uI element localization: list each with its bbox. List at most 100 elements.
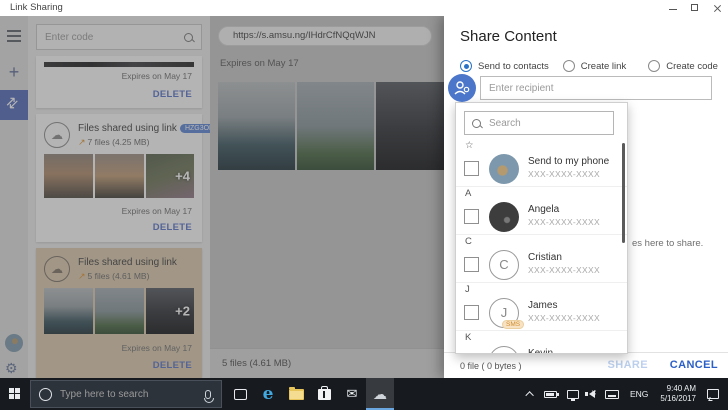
microphone-icon[interactable] — [204, 389, 214, 403]
expires-label: Expires on May 17 — [121, 206, 192, 216]
radio-send-to-contacts[interactable]: Send to contacts — [460, 60, 549, 72]
windows-logo-icon — [9, 388, 21, 400]
shared-link-card-selected[interactable]: ☁ Files shared using link ↗ 5 files (4.61… — [36, 248, 202, 378]
shared-links-panel: Expires on May 17 DELETE ☁ Files shared … — [28, 16, 210, 378]
section-header-a: A — [465, 188, 472, 199]
contact-row-kevin[interactable]: K Kevin — [456, 344, 627, 354]
photo-thumbnail[interactable] — [297, 82, 374, 170]
battery-icon — [543, 390, 559, 398]
touch-keyboard-button[interactable] — [600, 378, 624, 410]
cloud-icon: ☁ — [44, 256, 70, 282]
recipient-input[interactable] — [480, 76, 712, 100]
contact-row-james[interactable]: J SMS James XXX-XXXX-XXXX — [456, 296, 627, 331]
share-content-panel: Share Content Send to contacts Create li… — [444, 16, 728, 378]
network-monitor-icon — [566, 389, 579, 401]
close-button[interactable] — [706, 0, 728, 16]
store-bag-icon — [317, 385, 331, 400]
photo-thumbnail[interactable] — [218, 82, 295, 170]
shared-link-card[interactable]: ☁ Files shared using linkHZG3OD ↗7 files… — [36, 114, 210, 242]
taskbar-app-icons: e ✉ ☁ — [226, 378, 394, 410]
profile-avatar[interactable] — [5, 334, 23, 352]
sms-badge: SMS — [502, 320, 525, 329]
section-header-favorites: ☆ — [465, 140, 474, 151]
search-icon[interactable] — [183, 32, 195, 44]
contacts-people-icon — [454, 81, 470, 95]
clock[interactable]: 9:40 AM 5/16/2017 — [654, 378, 702, 410]
dropdown-scrollbar[interactable] — [622, 143, 625, 243]
taskbar-search-input[interactable] — [60, 388, 205, 400]
volume-status[interactable] — [584, 378, 600, 410]
photo-thumbnail[interactable] — [95, 288, 144, 334]
contact-checkbox[interactable] — [464, 161, 479, 176]
radio-icon — [460, 60, 472, 72]
contact-checkbox[interactable] — [464, 257, 479, 272]
speaker-muted-icon — [584, 389, 597, 398]
language-indicator[interactable]: ENG — [624, 378, 654, 410]
contact-row-angela[interactable]: Angela XXX-XXXX-XXXX — [456, 200, 627, 235]
share-mode-options: Send to contacts Create link Create code — [460, 60, 718, 72]
settings-gear-icon[interactable]: ⚙ — [5, 360, 18, 377]
choose-contacts-button[interactable] — [448, 74, 476, 102]
file-explorer-button[interactable] — [282, 378, 310, 410]
expires-label: Expires on May 17 — [121, 71, 192, 81]
contact-row-cristian[interactable]: C Cristian XXX-XXXX-XXXX — [456, 248, 627, 283]
battery-status[interactable] — [539, 378, 562, 410]
section-header-j: J — [465, 284, 470, 295]
section-header-c: C — [465, 236, 472, 247]
contact-row-send-to-my-phone[interactable]: Send to my phone XXX-XXXX-XXXX — [456, 152, 627, 187]
mail-button[interactable]: ✉ — [338, 378, 366, 410]
delete-link-button[interactable]: DELETE — [153, 89, 192, 100]
task-view-button[interactable] — [226, 378, 254, 410]
photo-thumbnail[interactable] — [44, 288, 93, 334]
share-url-pill[interactable]: https://s.amsu.ng/IHdrCfNQqWJN — [218, 26, 432, 46]
photo-thumbnail[interactable] — [95, 154, 144, 198]
contact-avatar: K — [489, 346, 519, 353]
edge-button[interactable]: e — [254, 378, 282, 410]
expires-label: Expires on May 17 — [121, 343, 192, 353]
window-title: Link Sharing — [10, 2, 63, 13]
sidebar-item-link-sharing[interactable]: ⇅ — [0, 90, 28, 120]
network-status[interactable] — [562, 378, 584, 410]
tray-expand-button[interactable] — [523, 378, 539, 410]
start-button[interactable] — [0, 378, 30, 410]
chevron-up-icon — [525, 391, 534, 400]
cancel-button[interactable]: CANCEL — [670, 359, 718, 371]
contact-checkbox[interactable] — [464, 353, 479, 354]
radio-create-code[interactable]: Create code — [648, 60, 718, 72]
thumbnail-row: +2 — [44, 288, 194, 334]
store-button[interactable] — [310, 378, 338, 410]
share-code-badge: HZG3OD — [179, 124, 210, 133]
maximize-button[interactable] — [684, 0, 706, 16]
contact-search-input[interactable] — [489, 112, 607, 134]
photo-thumbnail[interactable]: +2 — [146, 288, 194, 334]
link-detail-panel: https://s.amsu.ng/IHdrCfNQqWJN Expires o… — [210, 16, 444, 378]
photo-thumbnail[interactable]: +4 — [146, 154, 194, 198]
selection-info: 0 file ( 0 bytes ) — [460, 361, 522, 371]
maximize-icon — [691, 4, 698, 11]
shared-link-card[interactable]: Expires on May 17 DELETE — [36, 56, 202, 108]
contact-avatar: C — [489, 250, 519, 280]
keyboard-icon — [604, 389, 619, 399]
hamburger-menu-icon[interactable] — [7, 30, 21, 45]
share-button[interactable]: SHARE — [607, 359, 648, 371]
background-hint-text: es here to share. — [632, 238, 704, 249]
action-center-button[interactable] — [702, 378, 724, 410]
cortana-icon — [39, 387, 52, 401]
expires-label: Expires on May 17 — [220, 58, 299, 69]
delete-link-button[interactable]: DELETE — [153, 222, 192, 233]
photo-thumbnail[interactable] — [44, 154, 93, 198]
link-sharing-app-button[interactable]: ☁ — [366, 378, 394, 410]
detail-footer: 5 files (4.61 MB) — [210, 348, 444, 378]
radio-create-link[interactable]: Create link — [562, 60, 626, 72]
files-info: 5 files (4.61 MB) — [87, 271, 150, 281]
delete-link-button[interactable]: DELETE — [153, 360, 192, 371]
enter-code-input[interactable] — [45, 25, 175, 49]
card-title: Files shared using link — [78, 123, 177, 134]
taskbar-search-box[interactable] — [30, 380, 222, 408]
add-share-button[interactable]: + — [0, 60, 28, 86]
contact-checkbox[interactable] — [464, 305, 479, 320]
photo-thumbnail[interactable] — [376, 82, 444, 170]
date-label: 5/16/2017 — [660, 394, 696, 403]
contact-checkbox[interactable] — [464, 209, 479, 224]
minimize-button[interactable] — [662, 0, 684, 16]
